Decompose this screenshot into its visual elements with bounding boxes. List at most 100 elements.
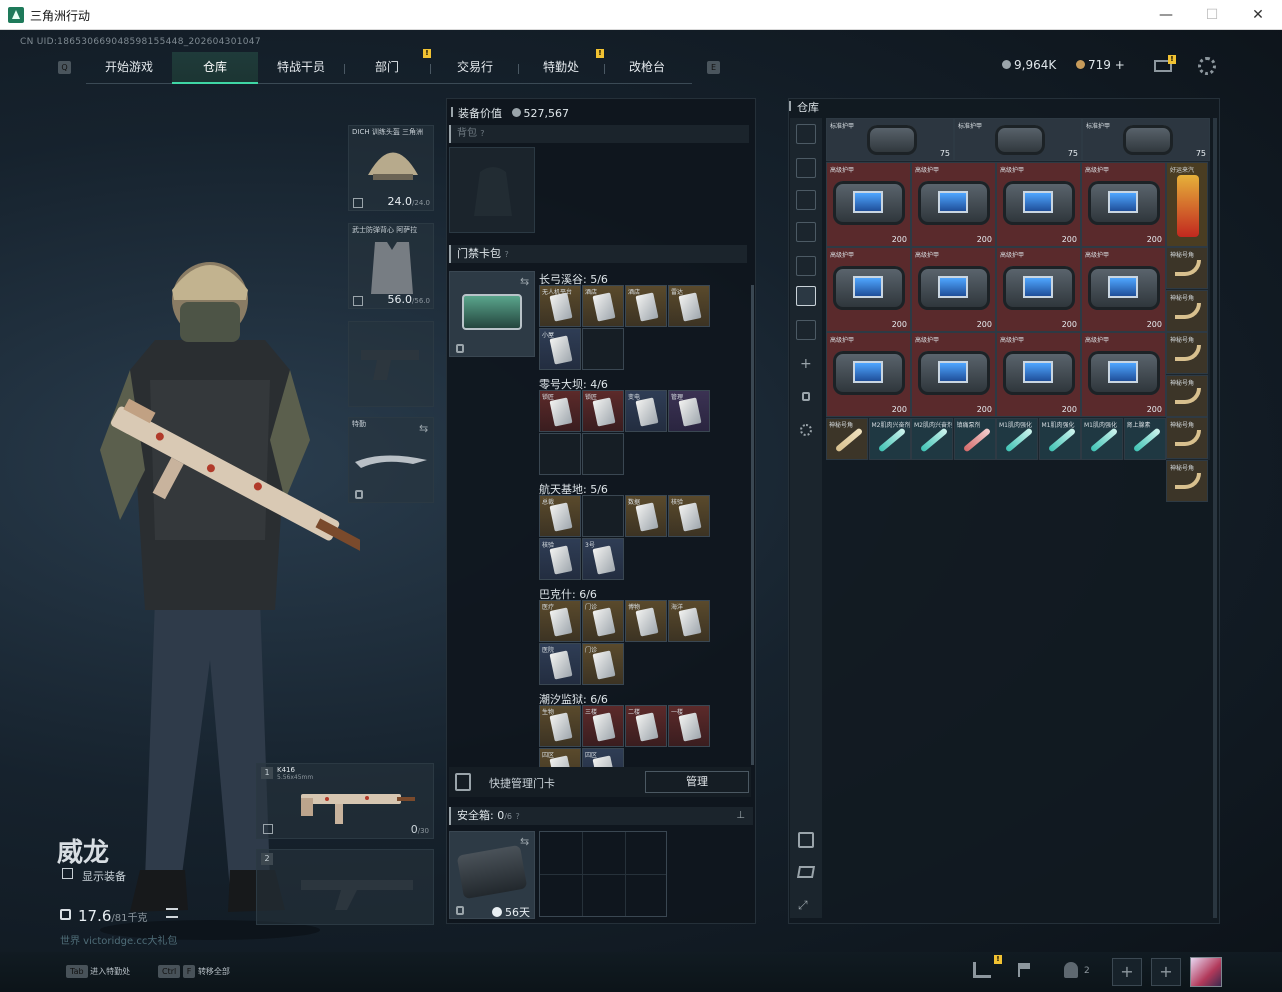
consumable-item[interactable]: 神秘号角: [826, 418, 868, 460]
horn-item[interactable]: 神秘号角: [1166, 289, 1208, 332]
help-icon[interactable]: ?: [505, 250, 509, 259]
manage-button[interactable]: 管理: [645, 771, 749, 793]
keycard-item[interactable]: 核验: [668, 495, 710, 537]
help-icon[interactable]: ?: [516, 812, 520, 821]
show-equipment-checkbox[interactable]: [62, 868, 73, 879]
standard-armor-item[interactable]: 标准护甲 75: [954, 118, 1082, 161]
safebox-grid[interactable]: [539, 831, 667, 917]
sort-icon[interactable]: [798, 832, 814, 848]
warehouse-tab-all-icon[interactable]: [796, 124, 816, 144]
party-icon[interactable]: [1064, 962, 1078, 978]
flag-icon[interactable]: [1018, 963, 1030, 977]
keycard-item[interactable]: 总裁: [539, 495, 581, 537]
keycard-item[interactable]: 管理: [668, 390, 710, 432]
minimize-button[interactable]: —: [1146, 4, 1186, 26]
stats-chart-icon[interactable]: [973, 962, 991, 978]
keycard-item[interactable]: 3号: [582, 538, 624, 580]
melee-slot[interactable]: 特勤 ⇆: [348, 417, 434, 503]
horn-item[interactable]: 神秘号角: [1166, 332, 1208, 374]
tab-trading[interactable]: 交易行: [432, 52, 518, 84]
warehouse-tab-2-icon[interactable]: [796, 190, 816, 210]
weight-details-list-icon[interactable]: [166, 908, 178, 918]
swap-icon[interactable]: ⇆: [520, 275, 529, 288]
add-tab-icon[interactable]: +: [800, 356, 812, 372]
keycard-item[interactable]: 医疗: [539, 600, 581, 642]
empty-keycard-slot[interactable]: [539, 433, 581, 475]
advanced-armor-item[interactable]: 高级护甲 200: [826, 162, 911, 247]
keycard-item[interactable]: 数据: [625, 495, 667, 537]
tab-department[interactable]: 部门: [344, 52, 430, 84]
warehouse-tab-4-icon[interactable]: [796, 256, 816, 276]
keycard-item[interactable]: 雷达: [668, 285, 710, 327]
horn-item[interactable]: 神秘号角: [1166, 374, 1208, 417]
lock-icon[interactable]: [802, 392, 810, 401]
empty-keycard-slot[interactable]: [582, 328, 624, 370]
advanced-armor-item[interactable]: 高级护甲 200: [826, 332, 911, 417]
nav-left-key-hint[interactable]: Q: [58, 61, 71, 74]
advanced-armor-item[interactable]: 高级护甲 200: [911, 332, 996, 417]
pin-icon[interactable]: ⊥: [736, 807, 745, 825]
close-button[interactable]: ✕: [1238, 4, 1278, 26]
warehouse-tab-6-icon[interactable]: [796, 320, 816, 340]
tab-operators[interactable]: 特战干员: [258, 52, 344, 84]
enter-special-ops-hint[interactable]: Tab 进入特勤处: [66, 965, 130, 978]
transfer-all-hint[interactable]: Ctrl F 转移全部: [158, 965, 230, 978]
keycard-item[interactable]: 无人机平台: [539, 285, 581, 327]
pistol-slot[interactable]: [348, 321, 434, 407]
maximize-button[interactable]: ☐: [1192, 4, 1232, 26]
warehouse-tab-3-icon[interactable]: [796, 222, 816, 242]
warehouse-tab-1-icon[interactable]: [796, 158, 816, 178]
keycard-item[interactable]: 门诊: [582, 600, 624, 642]
helmet-slot[interactable]: DICH 训练头盔 三角洲 24.0/24.0: [348, 125, 434, 211]
keycard-item[interactable]: 锁匠: [539, 390, 581, 432]
warehouse-tab-5-icon[interactable]: [796, 286, 816, 306]
advanced-armor-item[interactable]: 高级护甲 200: [911, 162, 996, 247]
consumable-item[interactable]: M1肌肉强化: [1038, 418, 1081, 460]
keycard-item[interactable]: 变电: [625, 390, 667, 432]
consumable-item[interactable]: M1肌肉强化: [996, 418, 1038, 460]
consumable-item[interactable]: M2肌肉兴奋剂: [911, 418, 953, 460]
empty-keycard-slot[interactable]: [582, 495, 624, 537]
keycard-item[interactable]: 酒店: [625, 285, 667, 327]
keycard-item[interactable]: 门诊: [582, 643, 624, 685]
horn-item[interactable]: 神秘号角: [1166, 247, 1208, 289]
tab-start-game[interactable]: 开始游戏: [86, 52, 172, 84]
keycard-item[interactable]: 一楼: [668, 705, 710, 747]
add-currency-button[interactable]: +: [1115, 58, 1125, 72]
keycard-item[interactable]: 核验: [539, 538, 581, 580]
advanced-armor-item[interactable]: 高级护甲 200: [996, 332, 1081, 417]
armor-slot[interactable]: 武士防弹背心 阿萨拉 56.0/56.0: [348, 223, 434, 309]
advanced-armor-item[interactable]: 高级护甲 200: [911, 247, 996, 332]
keycard-item[interactable]: 医院: [539, 643, 581, 685]
secondary-weapon-slot[interactable]: 2: [256, 849, 434, 925]
consumable-item[interactable]: M1肌肉强化: [1081, 418, 1123, 460]
empty-keycard-slot[interactable]: [582, 433, 624, 475]
keycard-item[interactable]: 生物: [539, 705, 581, 747]
energy-drink-item[interactable]: 好运来汽: [1166, 162, 1208, 247]
cardbag-slot[interactable]: ⇆: [449, 271, 535, 357]
advanced-armor-item[interactable]: 高级护甲 200: [996, 162, 1081, 247]
horn-item[interactable]: 神秘号角: [1166, 459, 1208, 502]
horn-item[interactable]: 神秘号角: [1166, 417, 1208, 459]
standard-armor-item[interactable]: 标准护甲 75: [826, 118, 954, 161]
primary-weapon-slot[interactable]: 1 K416 5.56x45mm 0/30: [256, 763, 434, 839]
standard-armor-item[interactable]: 标准护甲 75: [1082, 118, 1210, 161]
keycard-item[interactable]: 三楼: [582, 705, 624, 747]
safebox-slot[interactable]: ⇆ 56天: [449, 831, 535, 919]
nav-right-key-hint[interactable]: E: [707, 61, 720, 74]
tab-warehouse[interactable]: 仓库: [172, 52, 258, 84]
warehouse-scrollbar[interactable]: [1213, 118, 1217, 918]
keycard-item[interactable]: 锁匠: [582, 390, 624, 432]
add-teammate-button[interactable]: +: [1151, 958, 1181, 986]
advanced-armor-item[interactable]: 高级护甲 200: [826, 247, 911, 332]
tab-settings-gear-icon[interactable]: [800, 424, 812, 436]
currency-secondary[interactable]: 719 +: [1076, 58, 1125, 72]
keycard-item[interactable]: 海洋: [668, 600, 710, 642]
swap-icon[interactable]: ⇆: [520, 835, 529, 848]
advanced-armor-item[interactable]: 高级护甲 200: [1081, 332, 1166, 417]
tab-special-ops[interactable]: 特勤处: [518, 52, 604, 84]
help-icon[interactable]: ?: [480, 129, 484, 138]
advanced-armor-item[interactable]: 高级护甲 200: [1081, 247, 1166, 332]
swap-icon[interactable]: ⇆: [419, 422, 428, 435]
keycard-item[interactable]: 酒店: [582, 285, 624, 327]
